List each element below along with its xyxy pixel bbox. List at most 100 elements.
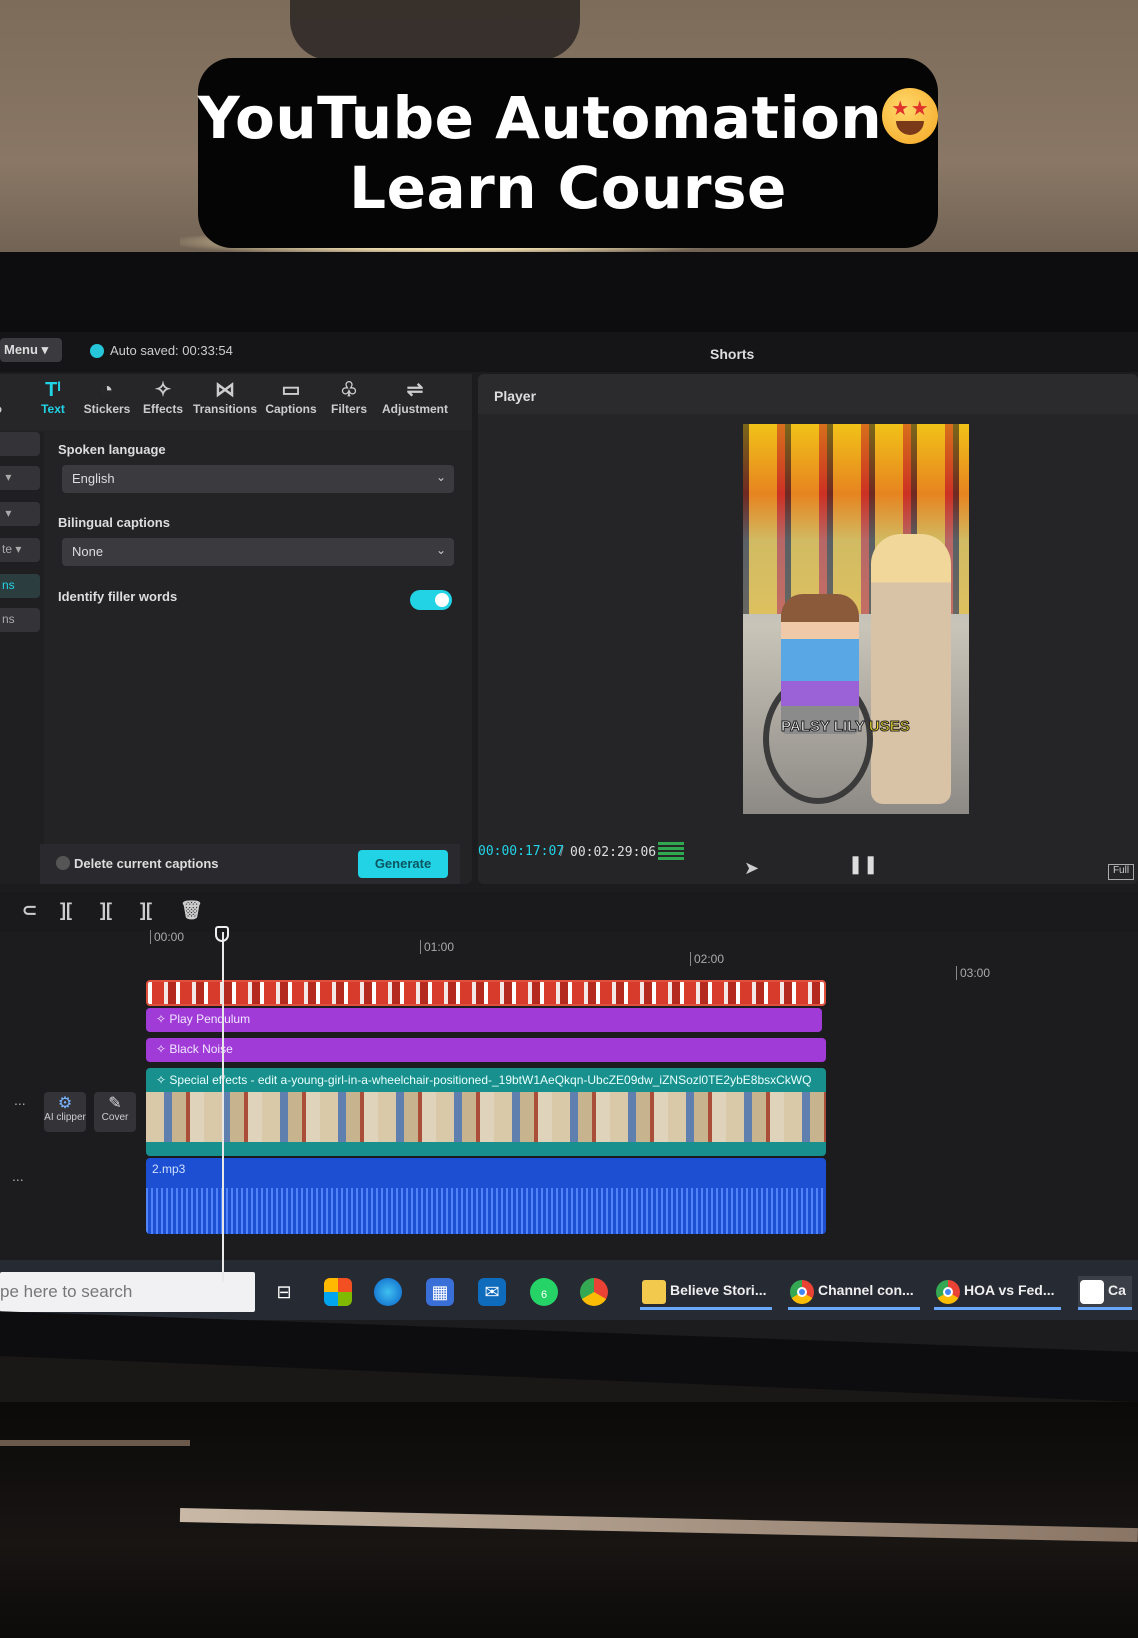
split-right-icon[interactable]: ][: [140, 900, 152, 921]
audio-meter-icon: [658, 842, 684, 860]
tool-adjustment[interactable]: ⇌ Adjustment: [382, 378, 448, 416]
chrome-icon[interactable]: [580, 1278, 608, 1306]
split-icon[interactable]: ][: [60, 900, 72, 921]
pause-icon[interactable]: ❚❚: [848, 854, 878, 875]
overlay-line-1: YouTube Automation: [197, 83, 939, 153]
delete-icon[interactable]: 🗑: [180, 900, 203, 921]
spoken-language-select[interactable]: English ⌄: [62, 465, 454, 493]
bilingual-captions-label: Bilingual captions: [58, 515, 170, 530]
timeline-toolbar: ⊂ ][ ][ ][ 🗑: [0, 892, 1138, 932]
taskbar-app-capcut[interactable]: Ca: [1078, 1276, 1132, 1310]
chrome-icon: [790, 1280, 814, 1304]
fullscreen-button[interactable]: Full: [1108, 864, 1134, 880]
tool-label: Adjustment: [382, 402, 448, 416]
taskbar-search[interactable]: pe here to search: [0, 1272, 255, 1312]
whatsapp-icon[interactable]: 6: [530, 1278, 558, 1306]
auto-captions-form: Spoken language English ⌄ Bilingual capti…: [58, 442, 458, 618]
playhead-line[interactable]: [222, 932, 224, 1282]
audio-waveform: [146, 1188, 826, 1234]
side-nav-item[interactable]: ▾: [0, 502, 40, 526]
desk-edge: [0, 1440, 190, 1446]
filler-words-row: Identify filler words: [58, 588, 458, 618]
filler-words-toggle[interactable]: [410, 590, 452, 610]
file-explorer-icon: [642, 1280, 666, 1304]
cover-label: Cover: [101, 1112, 129, 1123]
taskbar-app-label: Believe Stori...: [670, 1282, 767, 1298]
preview-caption-word-1: PALSY LILY: [781, 718, 866, 736]
timeline-ruler[interactable]: 00:00 01:00 02:00 03:00: [150, 930, 1138, 980]
playhead-handle[interactable]: [215, 926, 229, 942]
tool-filters[interactable]: ♧ Filters: [316, 378, 382, 416]
total-timecode: 00:02:29:06: [570, 845, 657, 860]
tool-label: Stickers: [83, 402, 131, 416]
side-nav-item[interactable]: te ▾: [0, 538, 40, 562]
player-header: Player: [478, 374, 1138, 414]
tool-transitions[interactable]: ⋈ Transitions: [192, 378, 258, 416]
chevron-down-icon: ⌄: [435, 470, 446, 484]
split-left-icon[interactable]: ][: [100, 900, 112, 921]
side-nav-item[interactable]: [0, 432, 40, 456]
bilingual-captions-value: None: [72, 544, 104, 559]
bilingual-captions-select[interactable]: None ⌄: [62, 538, 454, 566]
task-view-icon[interactable]: ⊟: [270, 1278, 298, 1306]
tool-label: dio: [0, 402, 2, 416]
taskbar-app-file-explorer[interactable]: Believe Stori...: [640, 1276, 773, 1310]
preview-girl: [781, 594, 859, 734]
captions-side-nav: ▾ ▾ te ▾ ns ns: [0, 432, 44, 884]
capcut-window: Menu ▾ Auto saved: 00:33:54 Shorts ◐dio …: [0, 332, 1138, 1352]
taskbar-app-label: Ca: [1108, 1282, 1126, 1298]
video-preview[interactable]: PALSY LILY USES: [743, 424, 969, 814]
side-nav-item[interactable]: ns: [0, 608, 40, 632]
effect-clip-label: Play Pendulum: [169, 1012, 251, 1026]
side-nav-item-active[interactable]: ns: [0, 574, 40, 598]
undo-icon[interactable]: ⊂: [22, 900, 37, 921]
main-video-clip[interactable]: ✧ Special effects - edit a-young-girl-in…: [146, 1068, 826, 1156]
effect-clip-black-noise[interactable]: ✧ Black Noise: [146, 1038, 826, 1062]
autosave-text: Auto saved: 00:33:54: [110, 343, 233, 358]
ai-clipper-button[interactable]: ⚙ AI clipper: [44, 1092, 86, 1132]
taskbar-app-chrome-hoa[interactable]: HOA vs Fed...: [934, 1276, 1061, 1310]
media-toolbar: ◐dio TᴵText ◔Stickers ✧Effects ⋈Transiti…: [0, 374, 472, 430]
player-title: Player: [494, 388, 537, 404]
more-icon[interactable]: ...: [12, 1168, 24, 1184]
delete-captions-checkbox[interactable]: [56, 856, 70, 870]
video-clip-label: ✧ Special effects - edit a-young-girl-in…: [156, 1073, 812, 1087]
taskbar-app-label: HOA vs Fed...: [964, 1282, 1055, 1298]
taskbar-app-chrome-channel[interactable]: Channel con...: [788, 1276, 920, 1310]
tool-effects[interactable]: ✧ Effects: [130, 378, 196, 416]
generate-button[interactable]: Generate: [358, 850, 448, 878]
menu-button[interactable]: Menu ▾: [0, 338, 62, 362]
filters-icon: ♧: [340, 379, 358, 401]
ruler-tick: 00:00: [150, 930, 184, 944]
preview-caption-word-2: USES: [868, 718, 910, 736]
tool-captions[interactable]: ▭ Captions: [258, 378, 324, 416]
caption-text-track[interactable]: [146, 980, 826, 1006]
menu-label: Menu: [4, 342, 38, 357]
overlay-caption: YouTube Automation Learn Course: [197, 58, 939, 248]
overlay-line-1-text: YouTube Automation: [197, 84, 883, 152]
delete-captions-label: Delete current captions: [74, 856, 219, 871]
side-nav-label: ns: [2, 578, 15, 592]
audio-clip-label: 2.mp3: [152, 1162, 186, 1176]
effect-clip-play-pendulum[interactable]: ✧ Play Pendulum: [146, 1008, 822, 1032]
whatsapp-badge: 6: [540, 1289, 548, 1301]
windows-taskbar: pe here to search ⊟ ▦ ✉ 6 Believe Stori.…: [0, 1260, 1138, 1320]
tool-label: Text: [41, 402, 65, 416]
outlook-icon[interactable]: ✉: [478, 1278, 506, 1306]
edge-icon[interactable]: [374, 1278, 402, 1306]
project-title: Shorts: [710, 346, 755, 362]
store-icon[interactable]: ▦: [426, 1278, 454, 1306]
side-nav-item[interactable]: ▾: [0, 466, 40, 490]
taskbar-app-label: Channel con...: [818, 1282, 914, 1298]
spoken-language-value: English: [72, 471, 115, 486]
capcut-icon: [1080, 1280, 1104, 1304]
tool-label: Effects: [142, 402, 183, 416]
copilot-icon[interactable]: [324, 1278, 352, 1306]
tool-label: Filters: [330, 402, 367, 416]
video-thumbnails: [146, 1092, 826, 1142]
audio-clip[interactable]: 2.mp3: [146, 1158, 826, 1234]
cover-button[interactable]: ✎ Cover: [94, 1092, 136, 1132]
more-icon[interactable]: ...: [14, 1092, 26, 1108]
current-timecode: 00:00:17:07: [478, 844, 565, 859]
chevron-down-icon: ⌄: [435, 543, 446, 557]
